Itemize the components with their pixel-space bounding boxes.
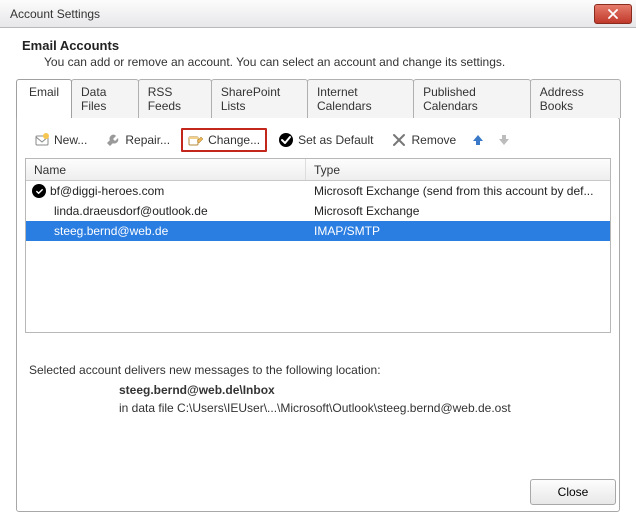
default-account-icon <box>32 184 46 198</box>
list-header: Name Type <box>26 159 610 181</box>
repair-icon <box>105 132 121 148</box>
close-icon <box>607 8 619 20</box>
remove-icon <box>391 132 407 148</box>
change-icon <box>188 132 204 148</box>
close-button[interactable]: Close <box>530 479 616 505</box>
tab-data-files[interactable]: Data Files <box>71 79 139 118</box>
move-down-button[interactable] <box>493 128 515 152</box>
repair-button[interactable]: Repair... <box>98 128 177 152</box>
account-type: Microsoft Exchange (send from this accou… <box>306 184 610 198</box>
account-name: linda.draeusdorf@outlook.de <box>54 204 208 218</box>
tab-published-calendars[interactable]: Published Calendars <box>413 79 531 118</box>
header-title: Email Accounts <box>22 38 614 53</box>
set-default-button[interactable]: Set as Default <box>271 128 380 152</box>
remove-button[interactable]: Remove <box>384 128 463 152</box>
location-intro: Selected account delivers new messages t… <box>29 363 607 377</box>
new-icon <box>34 132 50 148</box>
repair-label: Repair... <box>125 133 170 147</box>
toolbar: New... Repair... Change... Set as Defaul… <box>25 126 611 158</box>
accounts-list: Name Type bf@diggi-heroes.com Microsoft … <box>25 158 611 333</box>
header-subtitle: You can add or remove an account. You ca… <box>44 55 614 69</box>
account-name: bf@diggi-heroes.com <box>50 184 164 198</box>
arrow-up-icon <box>470 132 486 148</box>
tab-rss-feeds[interactable]: RSS Feeds <box>138 79 212 118</box>
tab-strip: Email Data Files RSS Feeds SharePoint Li… <box>16 79 620 118</box>
tab-body: New... Repair... Change... Set as Defaul… <box>16 117 620 512</box>
tab-panel: Email Data Files RSS Feeds SharePoint Li… <box>16 79 620 512</box>
location-folder: steeg.bernd@web.de\Inbox <box>119 383 607 397</box>
header: Email Accounts You can add or remove an … <box>0 28 636 79</box>
window-close-button[interactable] <box>594 4 632 24</box>
account-type: IMAP/SMTP <box>306 224 610 238</box>
title-bar: Account Settings <box>0 0 636 28</box>
new-button[interactable]: New... <box>27 128 94 152</box>
new-label: New... <box>54 133 87 147</box>
tab-sharepoint-lists[interactable]: SharePoint Lists <box>211 79 308 118</box>
set-default-label: Set as Default <box>298 133 373 147</box>
change-button[interactable]: Change... <box>181 128 267 152</box>
remove-label: Remove <box>411 133 456 147</box>
dialog-footer: Close <box>530 479 616 505</box>
location-info: Selected account delivers new messages t… <box>25 333 611 415</box>
column-type[interactable]: Type <box>306 159 610 180</box>
account-row[interactable]: bf@diggi-heroes.com Microsoft Exchange (… <box>26 181 610 201</box>
window-title: Account Settings <box>10 7 100 21</box>
move-up-button[interactable] <box>467 128 489 152</box>
tab-address-books[interactable]: Address Books <box>530 79 621 118</box>
account-row[interactable]: linda.draeusdorf@outlook.de Microsoft Ex… <box>26 201 610 221</box>
set-default-icon <box>278 132 294 148</box>
tab-email[interactable]: Email <box>16 79 72 118</box>
tab-internet-calendars[interactable]: Internet Calendars <box>307 79 414 118</box>
change-label: Change... <box>208 133 260 147</box>
arrow-down-icon <box>496 132 512 148</box>
account-name: steeg.bernd@web.de <box>54 224 168 238</box>
account-row[interactable]: steeg.bernd@web.de IMAP/SMTP <box>26 221 610 241</box>
location-file: in data file C:\Users\IEUser\...\Microso… <box>119 401 607 415</box>
column-name[interactable]: Name <box>26 159 306 180</box>
account-type: Microsoft Exchange <box>306 204 610 218</box>
list-body: bf@diggi-heroes.com Microsoft Exchange (… <box>26 181 610 241</box>
